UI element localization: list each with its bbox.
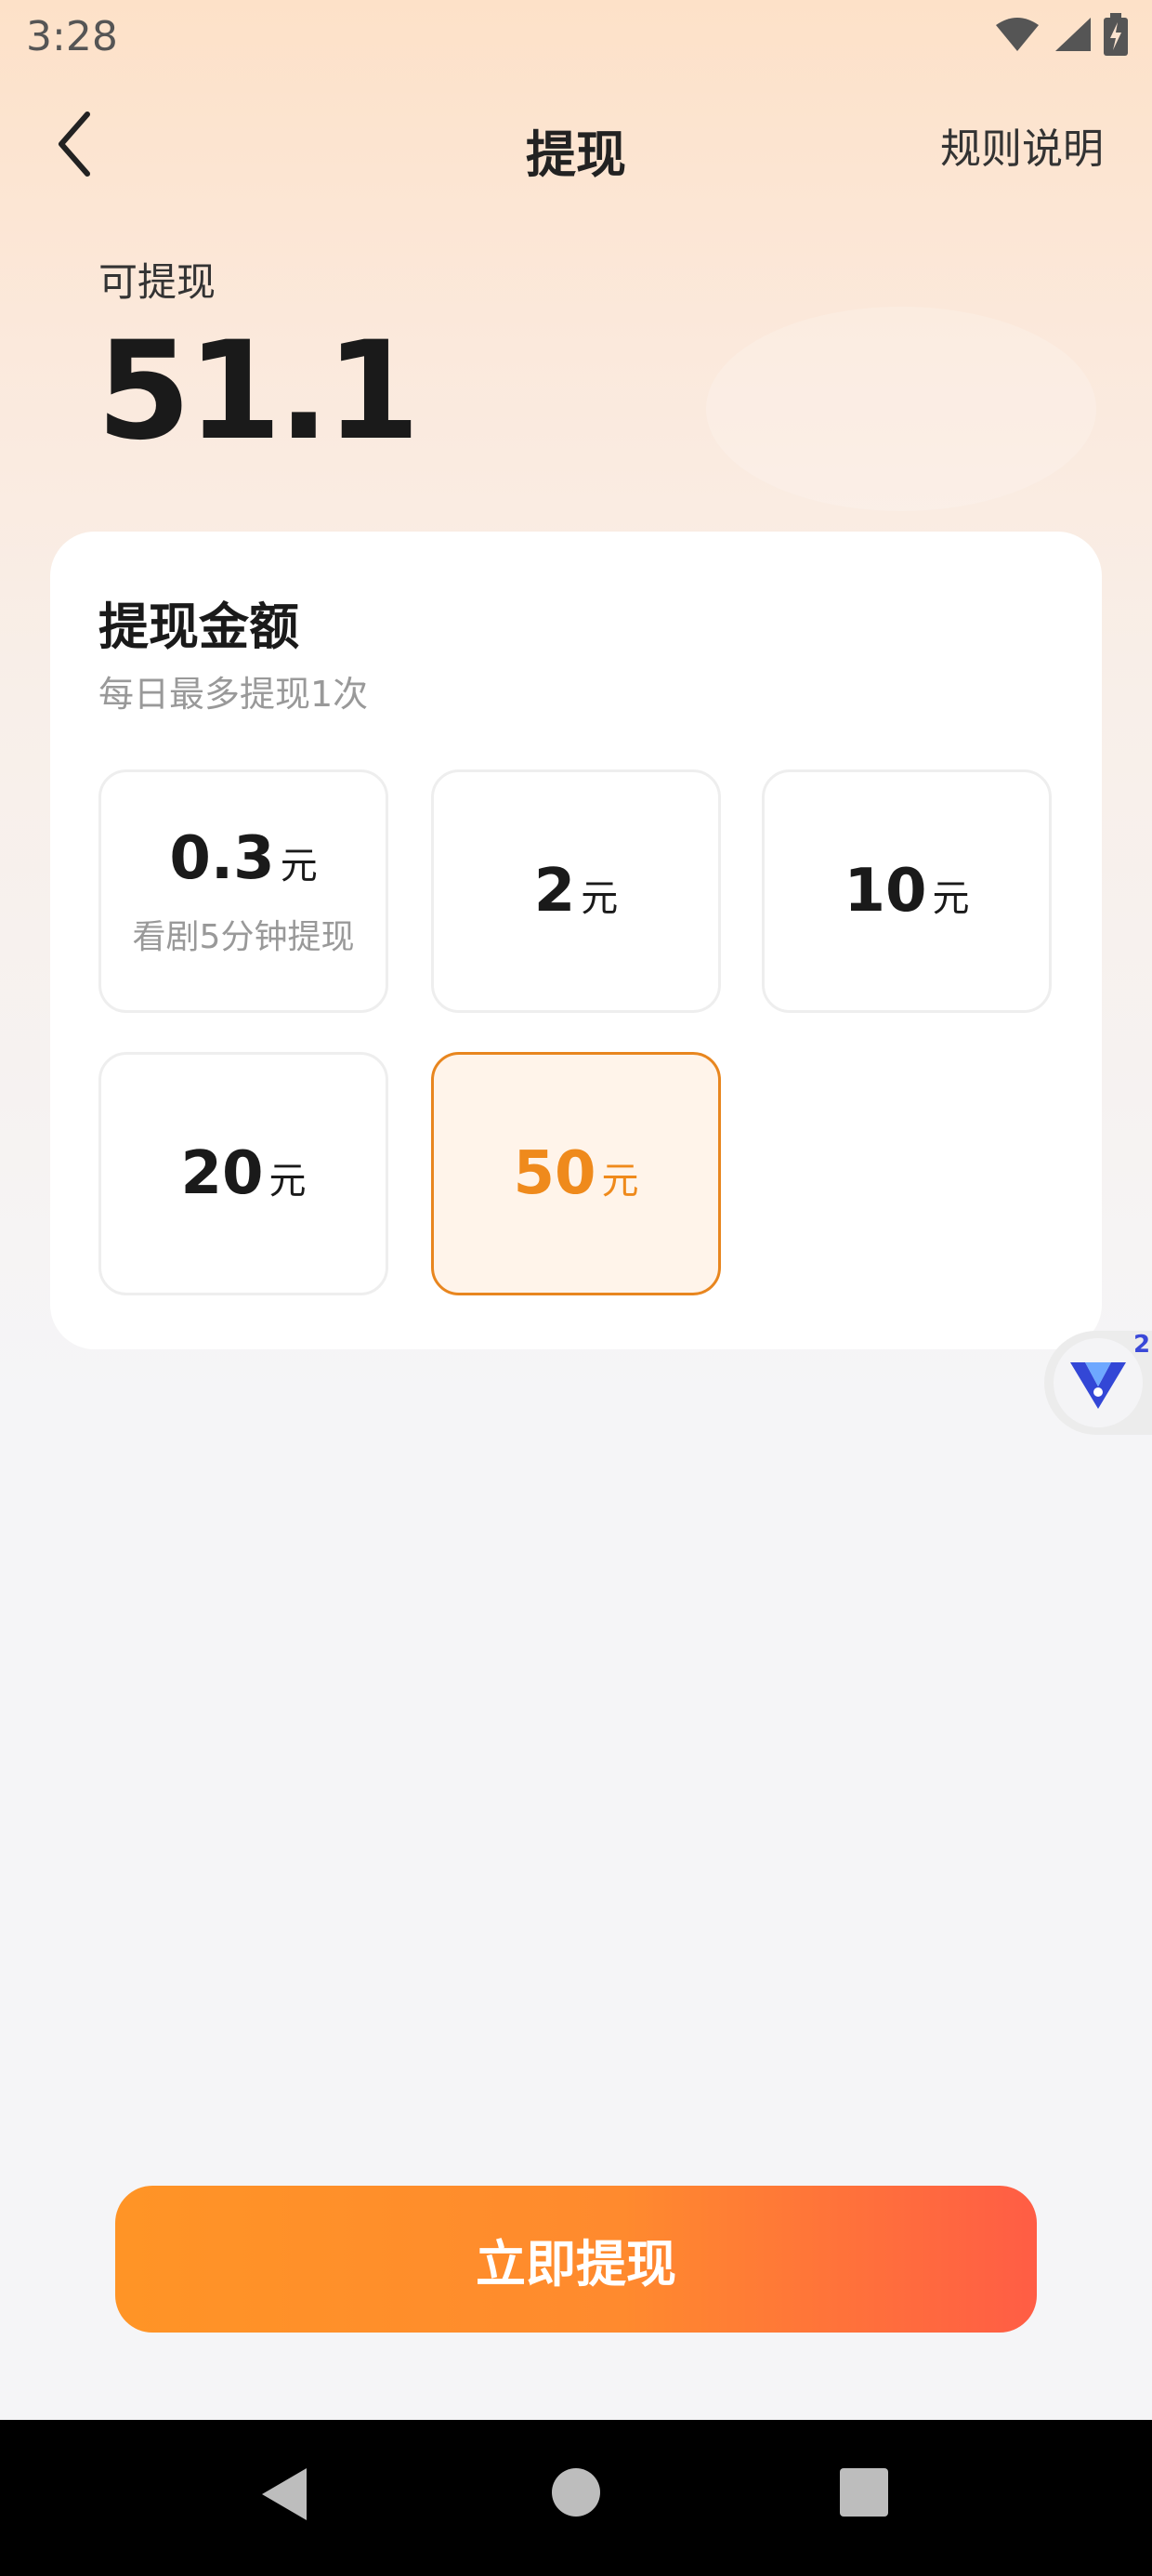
card-title: 提现金额	[98, 598, 299, 656]
status-time: 3:28	[26, 13, 118, 60]
option-note: 看剧5分钟提现	[132, 918, 355, 956]
home-circle-icon[interactable]	[550, 2466, 602, 2522]
status-icons	[994, 13, 1128, 56]
wifi-icon	[994, 16, 1041, 53]
option-unit: 元	[932, 877, 970, 920]
option-unit: 元	[581, 877, 619, 920]
back-triangle-icon[interactable]	[258, 2464, 310, 2528]
amount-option-10[interactable]: 10 元	[762, 769, 1052, 1013]
card-subtitle: 每日最多提现1次	[98, 674, 369, 715]
withdraw-amount-card: 提现金额 每日最多提现1次 0.3 元 看剧5分钟提现 2 元 10 元 20 …	[50, 532, 1102, 1349]
floating-badge-button[interactable]: 2	[1044, 1331, 1152, 1435]
option-amount: 2	[533, 857, 576, 926]
badge-count: 2	[1133, 1331, 1151, 1359]
option-amount: 20	[180, 1139, 264, 1208]
recents-square-icon[interactable]	[838, 2466, 890, 2522]
option-amount: 50	[513, 1139, 596, 1208]
nav-bar: 提现 规则说明	[0, 93, 1152, 195]
balance-label: 可提现	[98, 259, 216, 305]
status-bar: 3:28	[0, 0, 1152, 80]
option-unit: 元	[280, 845, 318, 887]
balance-value: 51.1	[97, 312, 420, 470]
amount-option-50[interactable]: 50 元	[431, 1052, 721, 1295]
battery-charging-icon	[1104, 13, 1128, 56]
option-unit: 元	[601, 1160, 639, 1203]
background-decoration	[706, 307, 1096, 511]
v-logo-icon	[1054, 1362, 1143, 1431]
option-amount: 10	[844, 857, 927, 926]
withdraw-now-button[interactable]: 立即提现	[115, 2186, 1037, 2333]
amount-option-0.3[interactable]: 0.3 元 看剧5分钟提现	[98, 769, 388, 1013]
system-navigation-bar	[0, 2420, 1152, 2576]
rules-link[interactable]: 规则说明	[940, 115, 1104, 175]
amount-option-2[interactable]: 2 元	[431, 769, 721, 1013]
signal-icon	[1052, 16, 1093, 53]
option-amount: 0.3	[169, 824, 275, 893]
option-unit: 元	[268, 1160, 307, 1203]
amount-option-20[interactable]: 20 元	[98, 1052, 388, 1295]
